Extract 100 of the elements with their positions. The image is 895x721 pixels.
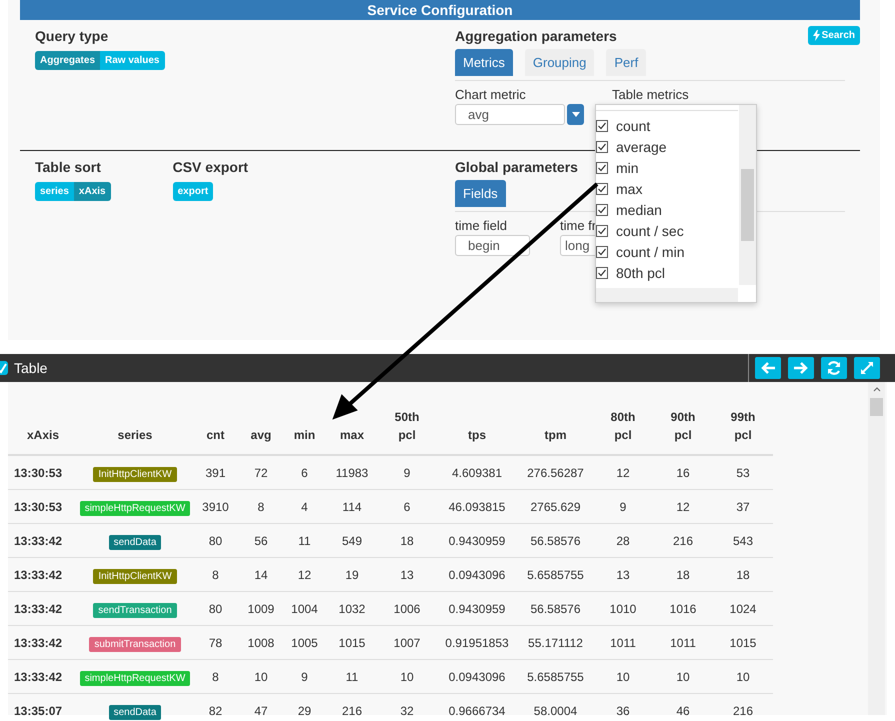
table-cell: 28 xyxy=(616,534,630,548)
table-cell: 10 xyxy=(736,670,750,684)
column-header: 90th pcl xyxy=(670,409,696,444)
table-cell: 12 xyxy=(298,568,312,582)
table-cell: 1015 xyxy=(730,636,756,650)
series-tag: sendTransaction xyxy=(93,602,177,618)
table-cell: 114 xyxy=(342,500,362,514)
table-cell: 8 xyxy=(212,670,219,684)
table-cell: 0.0943096 xyxy=(448,568,506,582)
table-cell: 80 xyxy=(208,534,222,548)
table-cell: 11 xyxy=(298,534,311,548)
option-label: 80th pcl xyxy=(616,264,666,280)
table-cell: 1016 xyxy=(670,602,696,616)
table-cell: 216 xyxy=(342,704,362,718)
table-cell: 1032 xyxy=(338,602,366,616)
table-cell: 1006 xyxy=(394,602,420,616)
option-label: min xyxy=(616,160,639,176)
table-cell: 1008 xyxy=(248,636,274,650)
table-cell: 543 xyxy=(732,534,754,548)
section-title: CSV export xyxy=(172,159,248,175)
table-cell: 13 xyxy=(400,568,414,582)
table-cell: 13:33:42 xyxy=(14,670,62,684)
table-cell: 1010 xyxy=(610,602,636,616)
series-tag: simpleHttpRequestKW xyxy=(80,500,190,516)
column-header: cnt xyxy=(206,427,224,444)
table-cell: 80 xyxy=(208,602,222,616)
column-header: tpm xyxy=(544,427,566,444)
table-cell: 55.171112 xyxy=(528,636,583,650)
table-cell: 0.9666734 xyxy=(448,704,506,718)
table-cell: 58.0004 xyxy=(534,704,578,718)
table-cell: 0.91951853 xyxy=(445,636,509,650)
column-header: 80th pcl xyxy=(610,409,636,444)
table-cell: 46 xyxy=(676,704,690,718)
table-cell: 13:33:42 xyxy=(14,636,62,650)
table-cell: 11 xyxy=(346,670,358,684)
table-cell: 10 xyxy=(676,670,690,684)
table-cell: 2765.629 xyxy=(530,500,581,514)
table-cell: 391 xyxy=(205,466,226,480)
section-title: Query type xyxy=(35,28,108,44)
table-cell: 5.6585755 xyxy=(527,670,584,684)
series-tag: InitHttpClientKW xyxy=(93,568,177,584)
table-cell: 37 xyxy=(736,500,750,514)
section-title: Aggregation parameters xyxy=(455,28,617,44)
column-header: avg xyxy=(250,427,272,444)
table-cell: 72 xyxy=(254,466,268,480)
table-cell: 8 xyxy=(212,568,219,582)
table-cell: 1015 xyxy=(338,636,366,650)
table-cell: 36 xyxy=(616,704,630,718)
table-cell: 16 xyxy=(676,466,690,480)
option-label: count xyxy=(616,118,650,134)
column-header: min xyxy=(294,427,316,444)
table-cell: 1004 xyxy=(291,602,318,616)
table-cell: 46.093815 xyxy=(448,500,506,514)
table-cell: 6 xyxy=(301,466,308,480)
table-cell: 13:33:42 xyxy=(14,568,62,582)
table-cell: 10 xyxy=(400,670,414,684)
table-cell: 13:30:53 xyxy=(14,500,62,514)
table-cell: 82 xyxy=(208,704,222,718)
table-cell: 4.609381 xyxy=(452,466,502,480)
table-cell: 216 xyxy=(672,534,694,548)
series-tag: simpleHttpRequestKW xyxy=(80,670,190,686)
section-title: Global parameters xyxy=(455,159,578,175)
table-cell: 216 xyxy=(732,704,754,718)
table-cell: 78 xyxy=(208,636,222,650)
table-cell: 0.9430959 xyxy=(448,602,506,616)
table-cell: 3910 xyxy=(202,500,229,514)
panel-title: Table xyxy=(14,360,48,376)
option-label: count / sec xyxy=(616,222,684,238)
table-cell: 18 xyxy=(736,568,750,582)
column-header: 99th pcl xyxy=(730,409,756,444)
table-cell: 13:33:42 xyxy=(14,534,62,548)
table-cell: 12 xyxy=(616,466,630,480)
series-tag: submitTransaction xyxy=(89,636,181,652)
column-header: tps xyxy=(468,427,486,444)
table-cell: 1011 xyxy=(610,636,636,650)
column-header: series xyxy=(118,427,152,444)
table-cell: 18 xyxy=(676,568,690,582)
panel-title: Service Configuration xyxy=(20,0,860,20)
table-cell: 56.58576 xyxy=(530,534,581,548)
table-cell: 32 xyxy=(400,704,414,718)
table-cell: 6 xyxy=(404,500,410,514)
column-header: 50th pcl xyxy=(394,409,420,444)
table-cell: 549 xyxy=(342,534,362,548)
table-cell: 47 xyxy=(254,704,268,718)
table-cell: 1009 xyxy=(248,602,274,616)
option-label: count / min xyxy=(616,244,684,260)
table-cell: 56 xyxy=(254,534,268,548)
option-label: median xyxy=(616,202,662,218)
series-tag: sendData xyxy=(108,704,162,720)
table-cell: 29 xyxy=(298,704,312,718)
table-cell: 5.6585755 xyxy=(527,568,584,582)
table-cell: 13:35:07 xyxy=(14,704,62,718)
table-cell: 53 xyxy=(736,466,750,480)
table-cell: 4 xyxy=(301,500,308,514)
table-cell: 56.58576 xyxy=(530,602,581,616)
table-cell: 13 xyxy=(616,568,630,582)
column-header: max xyxy=(340,427,364,444)
table-cell: 13:30:53 xyxy=(14,466,62,480)
table-cell: 14 xyxy=(254,568,268,582)
table-cell: 1005 xyxy=(291,636,318,650)
